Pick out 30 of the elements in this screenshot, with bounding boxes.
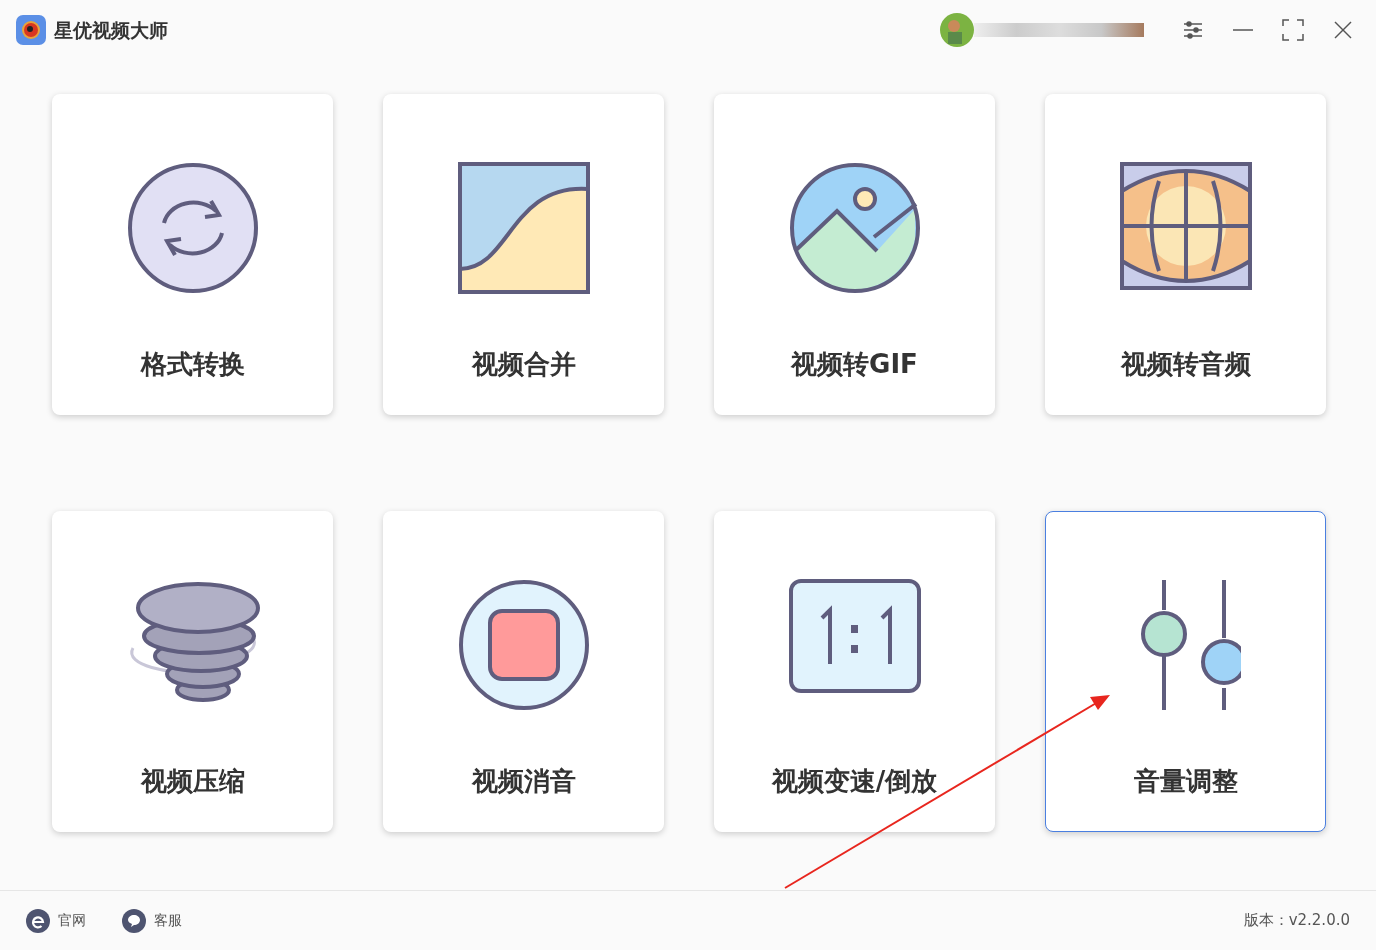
footer-link[interactable]: 官网 xyxy=(26,908,86,933)
merge-panels-icon xyxy=(456,161,591,295)
ratio-screen-icon xyxy=(787,578,922,694)
avatar-icon[interactable] xyxy=(940,13,974,47)
feature-tile[interactable]: 音量调整 xyxy=(1045,511,1326,832)
tile-label: 视频合并 xyxy=(471,348,576,381)
chat-bubble-icon xyxy=(122,908,146,933)
tile-label: 音量调整 xyxy=(1133,765,1238,798)
tile-label: 格式转换 xyxy=(140,348,245,381)
app-title: 星优视频大师 xyxy=(54,17,168,43)
tile-label: 视频压缩 xyxy=(140,765,245,798)
feature-tile[interactable]: 视频变速/倒放 xyxy=(714,511,995,832)
tile-label: 视频转音频 xyxy=(1120,348,1251,381)
feature-tile[interactable]: 格式转换 xyxy=(52,94,333,415)
panorama-window-icon xyxy=(1118,161,1253,291)
feature-tile[interactable]: 视频转音频 xyxy=(1045,94,1326,415)
footer-link[interactable]: 客服 xyxy=(122,908,182,933)
tile-label: 视频变速/倒放 xyxy=(771,765,938,798)
feature-tile[interactable]: 视频转GIF xyxy=(714,94,995,415)
feature-tile[interactable]: 视频消音 xyxy=(383,511,664,832)
app-logo-icon xyxy=(16,15,46,45)
version-text: 版本：v2.2.0.0 xyxy=(1243,910,1350,932)
globe-e-icon xyxy=(26,908,50,933)
convert-arrows-icon xyxy=(125,161,260,295)
tile-label: 视频消音 xyxy=(471,765,576,798)
stop-button-icon xyxy=(456,578,591,712)
landscape-image-icon xyxy=(787,161,922,295)
feature-tile[interactable]: 视频压缩 xyxy=(52,511,333,832)
feature-tile[interactable]: 视频合并 xyxy=(383,94,664,415)
tile-label: 视频转GIF xyxy=(791,348,918,381)
